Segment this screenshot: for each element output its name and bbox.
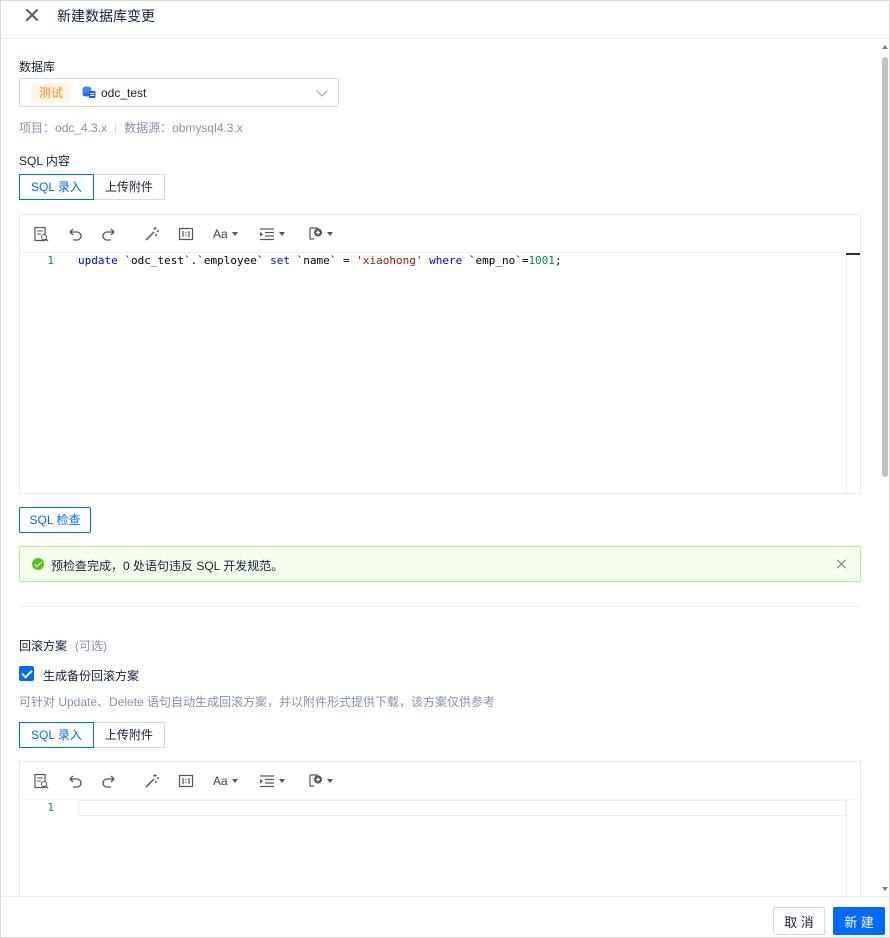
sql-token: `emp_no` bbox=[468, 254, 522, 267]
undo-icon[interactable] bbox=[67, 772, 83, 790]
caret-down-icon bbox=[279, 232, 285, 236]
tab-sql-input[interactable]: SQL 录入 bbox=[19, 174, 94, 200]
database-icon bbox=[82, 86, 96, 98]
optional-label: (可选) bbox=[75, 639, 108, 653]
magic-wand-icon[interactable] bbox=[144, 772, 160, 790]
caret-down-icon bbox=[231, 779, 238, 783]
backup-rollback-checkbox[interactable] bbox=[19, 666, 34, 681]
rollback-title: 回滚方案 bbox=[19, 639, 68, 653]
redo-icon[interactable] bbox=[101, 772, 117, 790]
scrollbar-thumb[interactable] bbox=[882, 57, 888, 477]
rollback-hint: 可针对 Update、Delete 语句自动生成回滚方案，并以附件形式提供下载，… bbox=[19, 695, 496, 709]
magic-wand-icon[interactable] bbox=[144, 225, 160, 243]
editor-scrollbar[interactable] bbox=[846, 253, 860, 493]
current-line-highlight bbox=[78, 800, 846, 816]
sql-token: `odc_test` bbox=[124, 254, 191, 267]
drawer-header: 新建数据库变更 bbox=[1, 1, 889, 39]
font-size-label: Aa bbox=[213, 227, 228, 241]
sql-token: `name` bbox=[296, 254, 337, 267]
code-line-row: 1 update `odc_test`.`employee` set `name… bbox=[20, 253, 846, 269]
tab-rollback-sql-input[interactable]: SQL 录入 bbox=[19, 722, 94, 748]
sql-content-tabs: SQL 录入 上传附件 bbox=[19, 174, 165, 200]
full-width-icon[interactable] bbox=[178, 225, 194, 243]
create-button[interactable]: 新 建 bbox=[833, 907, 885, 935]
full-width-icon[interactable] bbox=[178, 772, 194, 790]
sql-editor: Aa 1 update `odc_test`.`employee` set `n… bbox=[19, 214, 861, 494]
code-area[interactable]: 1 update `odc_test`.`employee` set `name… bbox=[20, 253, 860, 493]
project-label: 项目： bbox=[19, 121, 56, 135]
sql-check-button[interactable]: SQL 检查 bbox=[19, 507, 91, 533]
format-document-icon[interactable] bbox=[33, 225, 49, 243]
rollback-tabs: SQL 录入 上传附件 bbox=[19, 722, 165, 748]
rollback-label: 回滚方案 (可选) bbox=[19, 637, 107, 654]
caret-down-icon bbox=[327, 779, 333, 783]
alert-close-icon[interactable] bbox=[836, 558, 848, 570]
sql-token: set bbox=[270, 254, 290, 267]
sql-token: = bbox=[336, 254, 357, 267]
chevron-down-icon bbox=[316, 85, 328, 97]
snippet-add-icon[interactable] bbox=[307, 772, 333, 790]
backup-rollback-label[interactable]: 生成备份回滚方案 bbox=[43, 667, 139, 684]
check-circle-icon bbox=[32, 558, 44, 570]
code-line-row: 1 bbox=[20, 800, 846, 816]
line-number: 1 bbox=[47, 801, 54, 814]
sql-token: where bbox=[429, 254, 463, 267]
drawer: 新建数据库变更 数据库 测试 odc_test 项目：odc_4.3.x 数据源：… bbox=[0, 0, 890, 938]
sql-token: 1001 bbox=[528, 254, 555, 267]
format-document-icon[interactable] bbox=[33, 772, 49, 790]
caret-down-icon bbox=[231, 232, 238, 236]
close-icon[interactable] bbox=[23, 6, 41, 24]
tab-rollback-upload-attachment[interactable]: 上传附件 bbox=[93, 722, 165, 748]
line-number: 1 bbox=[47, 254, 54, 267]
sql-token: 'xiaohong' bbox=[356, 254, 423, 267]
database-label: 数据库 bbox=[19, 60, 56, 74]
editor-toolbar: Aa bbox=[20, 215, 860, 253]
project-value: odc_4.3.x bbox=[55, 121, 108, 135]
caret-down-icon bbox=[279, 779, 285, 783]
database-select[interactable]: 测试 odc_test bbox=[19, 78, 339, 107]
snippet-add-icon[interactable] bbox=[307, 225, 333, 243]
undo-icon[interactable] bbox=[67, 225, 83, 243]
datasource-label: 数据源： bbox=[124, 121, 173, 135]
check-result-text: 预检查完成，0 处语句违反 SQL 开发规范。 bbox=[51, 559, 284, 573]
datasource-value: obmysql4.3.x bbox=[172, 121, 243, 135]
tab-upload-attachment[interactable]: 上传附件 bbox=[93, 174, 165, 200]
indent-icon[interactable] bbox=[259, 225, 285, 243]
meta-divider bbox=[115, 123, 117, 134]
sql-token: ; bbox=[554, 254, 562, 267]
page-scrollbar[interactable] bbox=[882, 45, 888, 891]
check-result-alert: 预检查完成，0 处语句违反 SQL 开发规范。 bbox=[19, 546, 861, 582]
scrollbar-marker bbox=[846, 253, 860, 255]
font-size-icon[interactable]: Aa bbox=[213, 225, 238, 243]
redo-icon[interactable] bbox=[101, 225, 117, 243]
rollback-code-area[interactable]: 1 bbox=[20, 800, 860, 900]
scroll-down-icon[interactable] bbox=[882, 887, 888, 891]
indent-icon[interactable] bbox=[259, 772, 285, 790]
editor-scrollbar[interactable] bbox=[846, 800, 860, 900]
scroll-up-icon[interactable] bbox=[882, 45, 888, 49]
sql-token: update bbox=[78, 254, 118, 267]
font-size-icon[interactable]: Aa bbox=[213, 772, 238, 790]
database-meta: 项目：odc_4.3.x 数据源：obmysql4.3.x bbox=[19, 119, 243, 136]
drawer-footer: 取 消 新 建 bbox=[1, 896, 889, 937]
sql-code-line: update `odc_test`.`employee` set `name` … bbox=[78, 254, 562, 267]
section-divider bbox=[19, 606, 861, 607]
editor-toolbar: Aa bbox=[20, 762, 860, 800]
cancel-button[interactable]: 取 消 bbox=[773, 907, 825, 935]
rollback-editor: Aa 1 bbox=[19, 761, 861, 901]
drawer-title: 新建数据库变更 bbox=[57, 8, 155, 24]
font-size-label: Aa bbox=[213, 774, 228, 788]
caret-down-icon bbox=[327, 232, 333, 236]
env-tag: 测试 bbox=[31, 83, 72, 103]
sql-token: `employee` bbox=[197, 254, 264, 267]
sql-content-label: SQL 内容 bbox=[19, 154, 70, 168]
database-name: odc_test bbox=[101, 86, 147, 100]
